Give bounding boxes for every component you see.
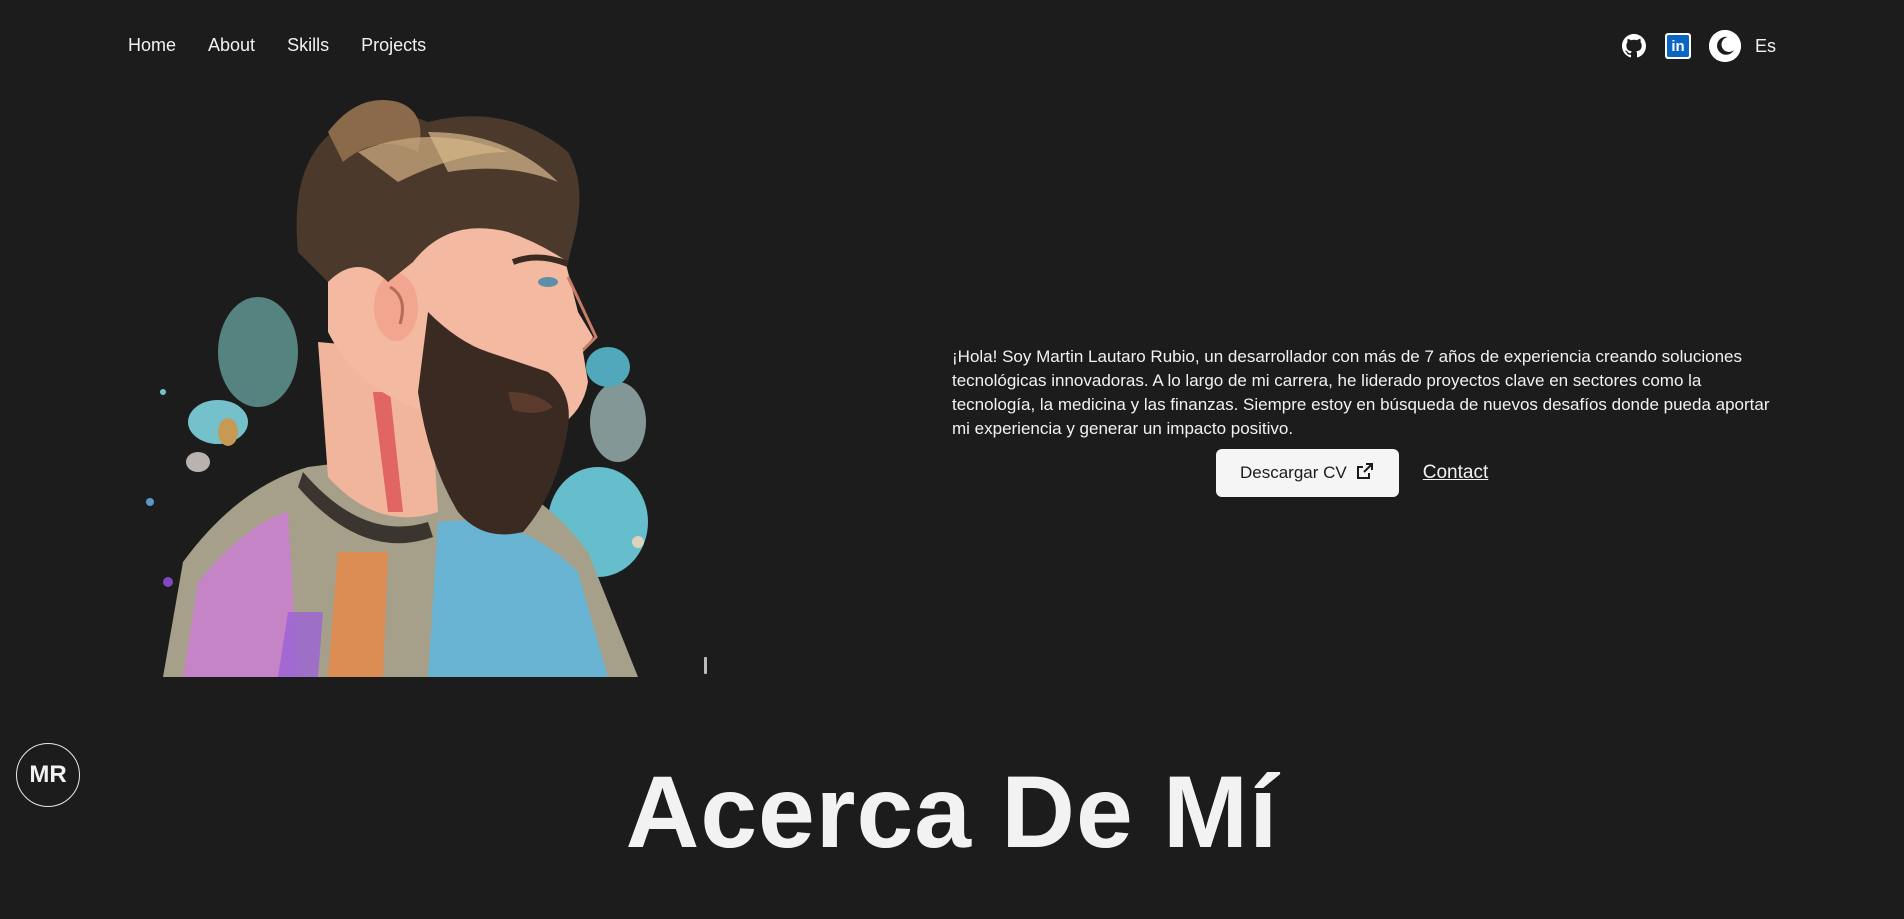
github-icon[interactable]	[1621, 33, 1647, 59]
download-cv-label: Descargar CV	[1240, 463, 1347, 482]
nav-actions: in Es	[1621, 30, 1776, 62]
nav-link-about[interactable]: About	[208, 35, 255, 56]
moon-icon[interactable]	[1708, 30, 1741, 62]
portrait-illustration	[128, 92, 706, 677]
linkedin-glyph: in	[1666, 35, 1689, 57]
nav-link-skills[interactable]: Skills	[287, 35, 329, 56]
nav-links: Home About Skills Projects	[128, 35, 426, 56]
nav-link-home[interactable]: Home	[128, 35, 176, 56]
contact-link[interactable]: Contact	[1423, 462, 1488, 484]
about-section-title: Acerca De Mí	[625, 755, 1279, 869]
download-cv-button[interactable]: Descargar CV	[1216, 449, 1399, 497]
hero-bio: ¡Hola! Soy Martin Lautaro Rubio, un desa…	[952, 347, 1770, 438]
language-toggle[interactable]: Es	[1755, 36, 1776, 57]
hero-actions: Descargar CV Contact	[1216, 449, 1488, 497]
linkedin-icon[interactable]: in	[1664, 33, 1691, 59]
nav-link-projects[interactable]: Projects	[361, 35, 426, 56]
scroll-indicator	[704, 657, 707, 674]
external-link-icon	[1355, 461, 1375, 486]
top-navigation: Home About Skills Projects in Es	[0, 0, 1904, 92]
